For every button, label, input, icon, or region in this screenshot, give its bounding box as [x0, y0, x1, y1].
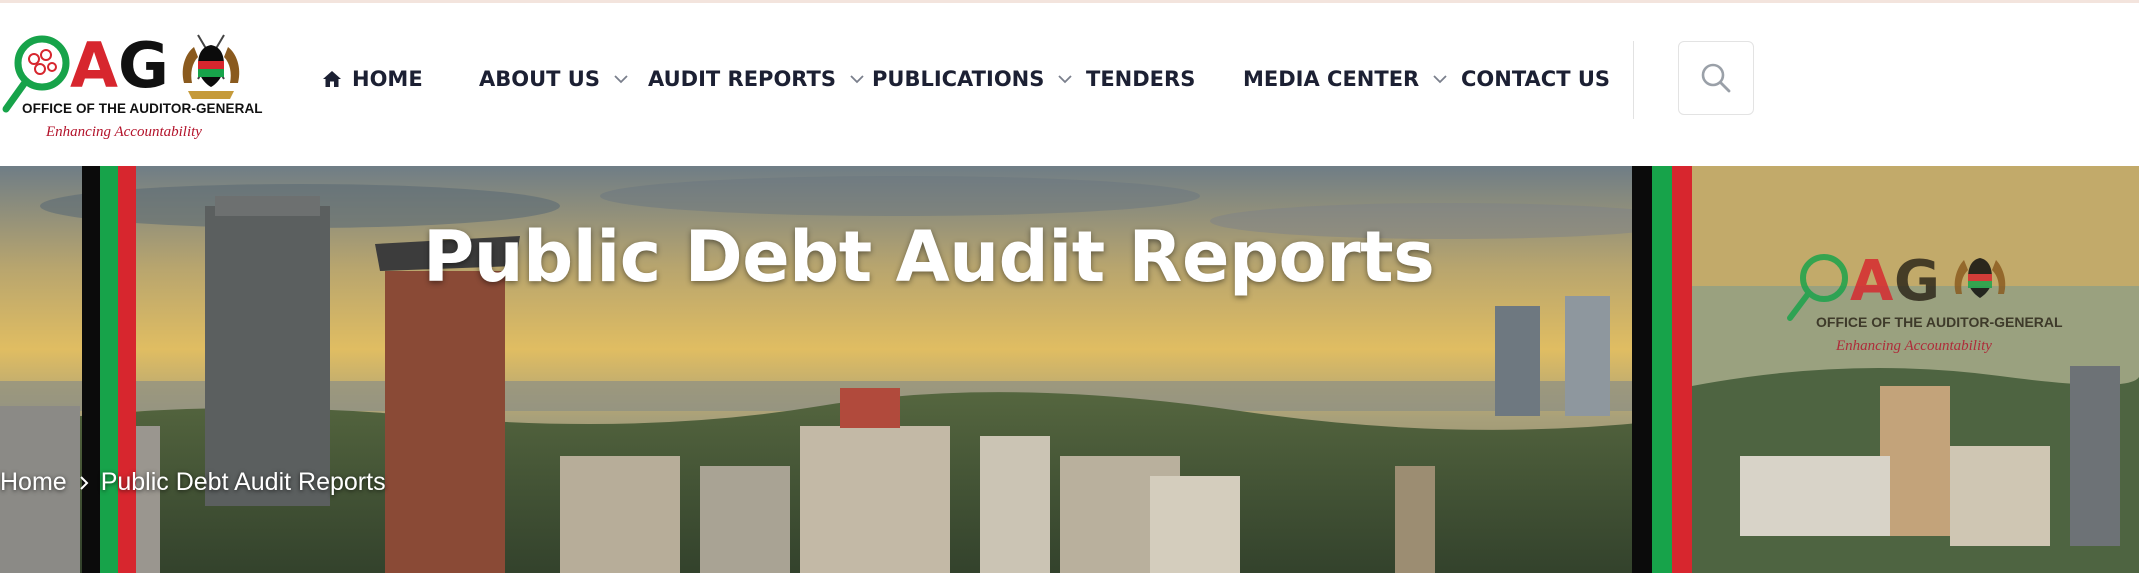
hero-watermark-logo: A G OFFICE OF THE AUDITOR-GENERAL Enhanc…: [1780, 244, 2080, 394]
nav-item-audit-reports-label: AUDIT REPORTS: [648, 67, 836, 91]
nav-item-publications-label: PUBLICATIONS: [872, 67, 1045, 91]
svg-text:A: A: [1850, 249, 1894, 314]
watermark-tagline: Enhancing Accountability: [1836, 338, 1992, 354]
logo-org-name: OFFICE OF THE AUDITOR-GENERAL: [22, 101, 263, 116]
svg-text:A: A: [70, 29, 118, 102]
svg-text:G: G: [1894, 249, 1940, 314]
nav-item-contact-us[interactable]: CONTACT US: [1461, 61, 1610, 97]
chevron-down-icon: [1433, 74, 1447, 84]
chevron-down-icon: [614, 74, 628, 84]
watermark-org-name: OFFICE OF THE AUDITOR-GENERAL: [1816, 314, 2063, 330]
search-icon: [1701, 63, 1731, 93]
chevron-down-icon: [850, 74, 864, 84]
nav-item-contact-us-label: CONTACT US: [1461, 67, 1611, 91]
nav-item-media-center-label: MEDIA CENTER: [1243, 67, 1420, 91]
svg-text:G: G: [118, 29, 169, 102]
nav-divider: [1633, 41, 1634, 119]
nav-item-media-center[interactable]: MEDIA CENTER: [1243, 61, 1447, 97]
nav-item-publications[interactable]: PUBLICATIONS: [872, 61, 1073, 97]
breadcrumb: Home Public Debt Audit Reports: [0, 468, 386, 497]
logo-tagline: Enhancing Accountability: [46, 124, 202, 140]
nav-item-audit-reports[interactable]: AUDIT REPORTS: [648, 61, 864, 97]
oag-logo-icon: A G: [1787, 249, 2006, 321]
home-icon: [322, 69, 342, 89]
nav-item-about-us-label: ABOUT US: [479, 67, 600, 91]
hero-banner: A G OFFICE OF THE AUDITOR-GENERAL Enhanc…: [0, 166, 2139, 573]
nav-item-home[interactable]: HOME: [322, 61, 423, 97]
breadcrumb-current: Public Debt Audit Reports: [100, 468, 386, 496]
chevron-down-icon: [1058, 74, 1073, 84]
nav-item-tenders[interactable]: TENDERS: [1086, 61, 1195, 97]
chevron-right-icon: [79, 475, 89, 491]
site-header: A G OFFICE OF THE AUDITOR-GENERAL Enhanc…: [0, 3, 2139, 166]
nav-item-about-us[interactable]: ABOUT US: [479, 61, 628, 97]
search-button[interactable]: [1678, 41, 1754, 115]
nav-item-tenders-label: TENDERS: [1086, 67, 1196, 91]
nav-item-home-label: HOME: [352, 67, 423, 91]
breadcrumb-home-link[interactable]: Home: [0, 468, 67, 497]
page-title: Public Debt Audit Reports: [423, 216, 1435, 298]
site-logo[interactable]: A G OFFICE OF THE AUDITOR-GENERAL Enhanc…: [0, 25, 263, 150]
